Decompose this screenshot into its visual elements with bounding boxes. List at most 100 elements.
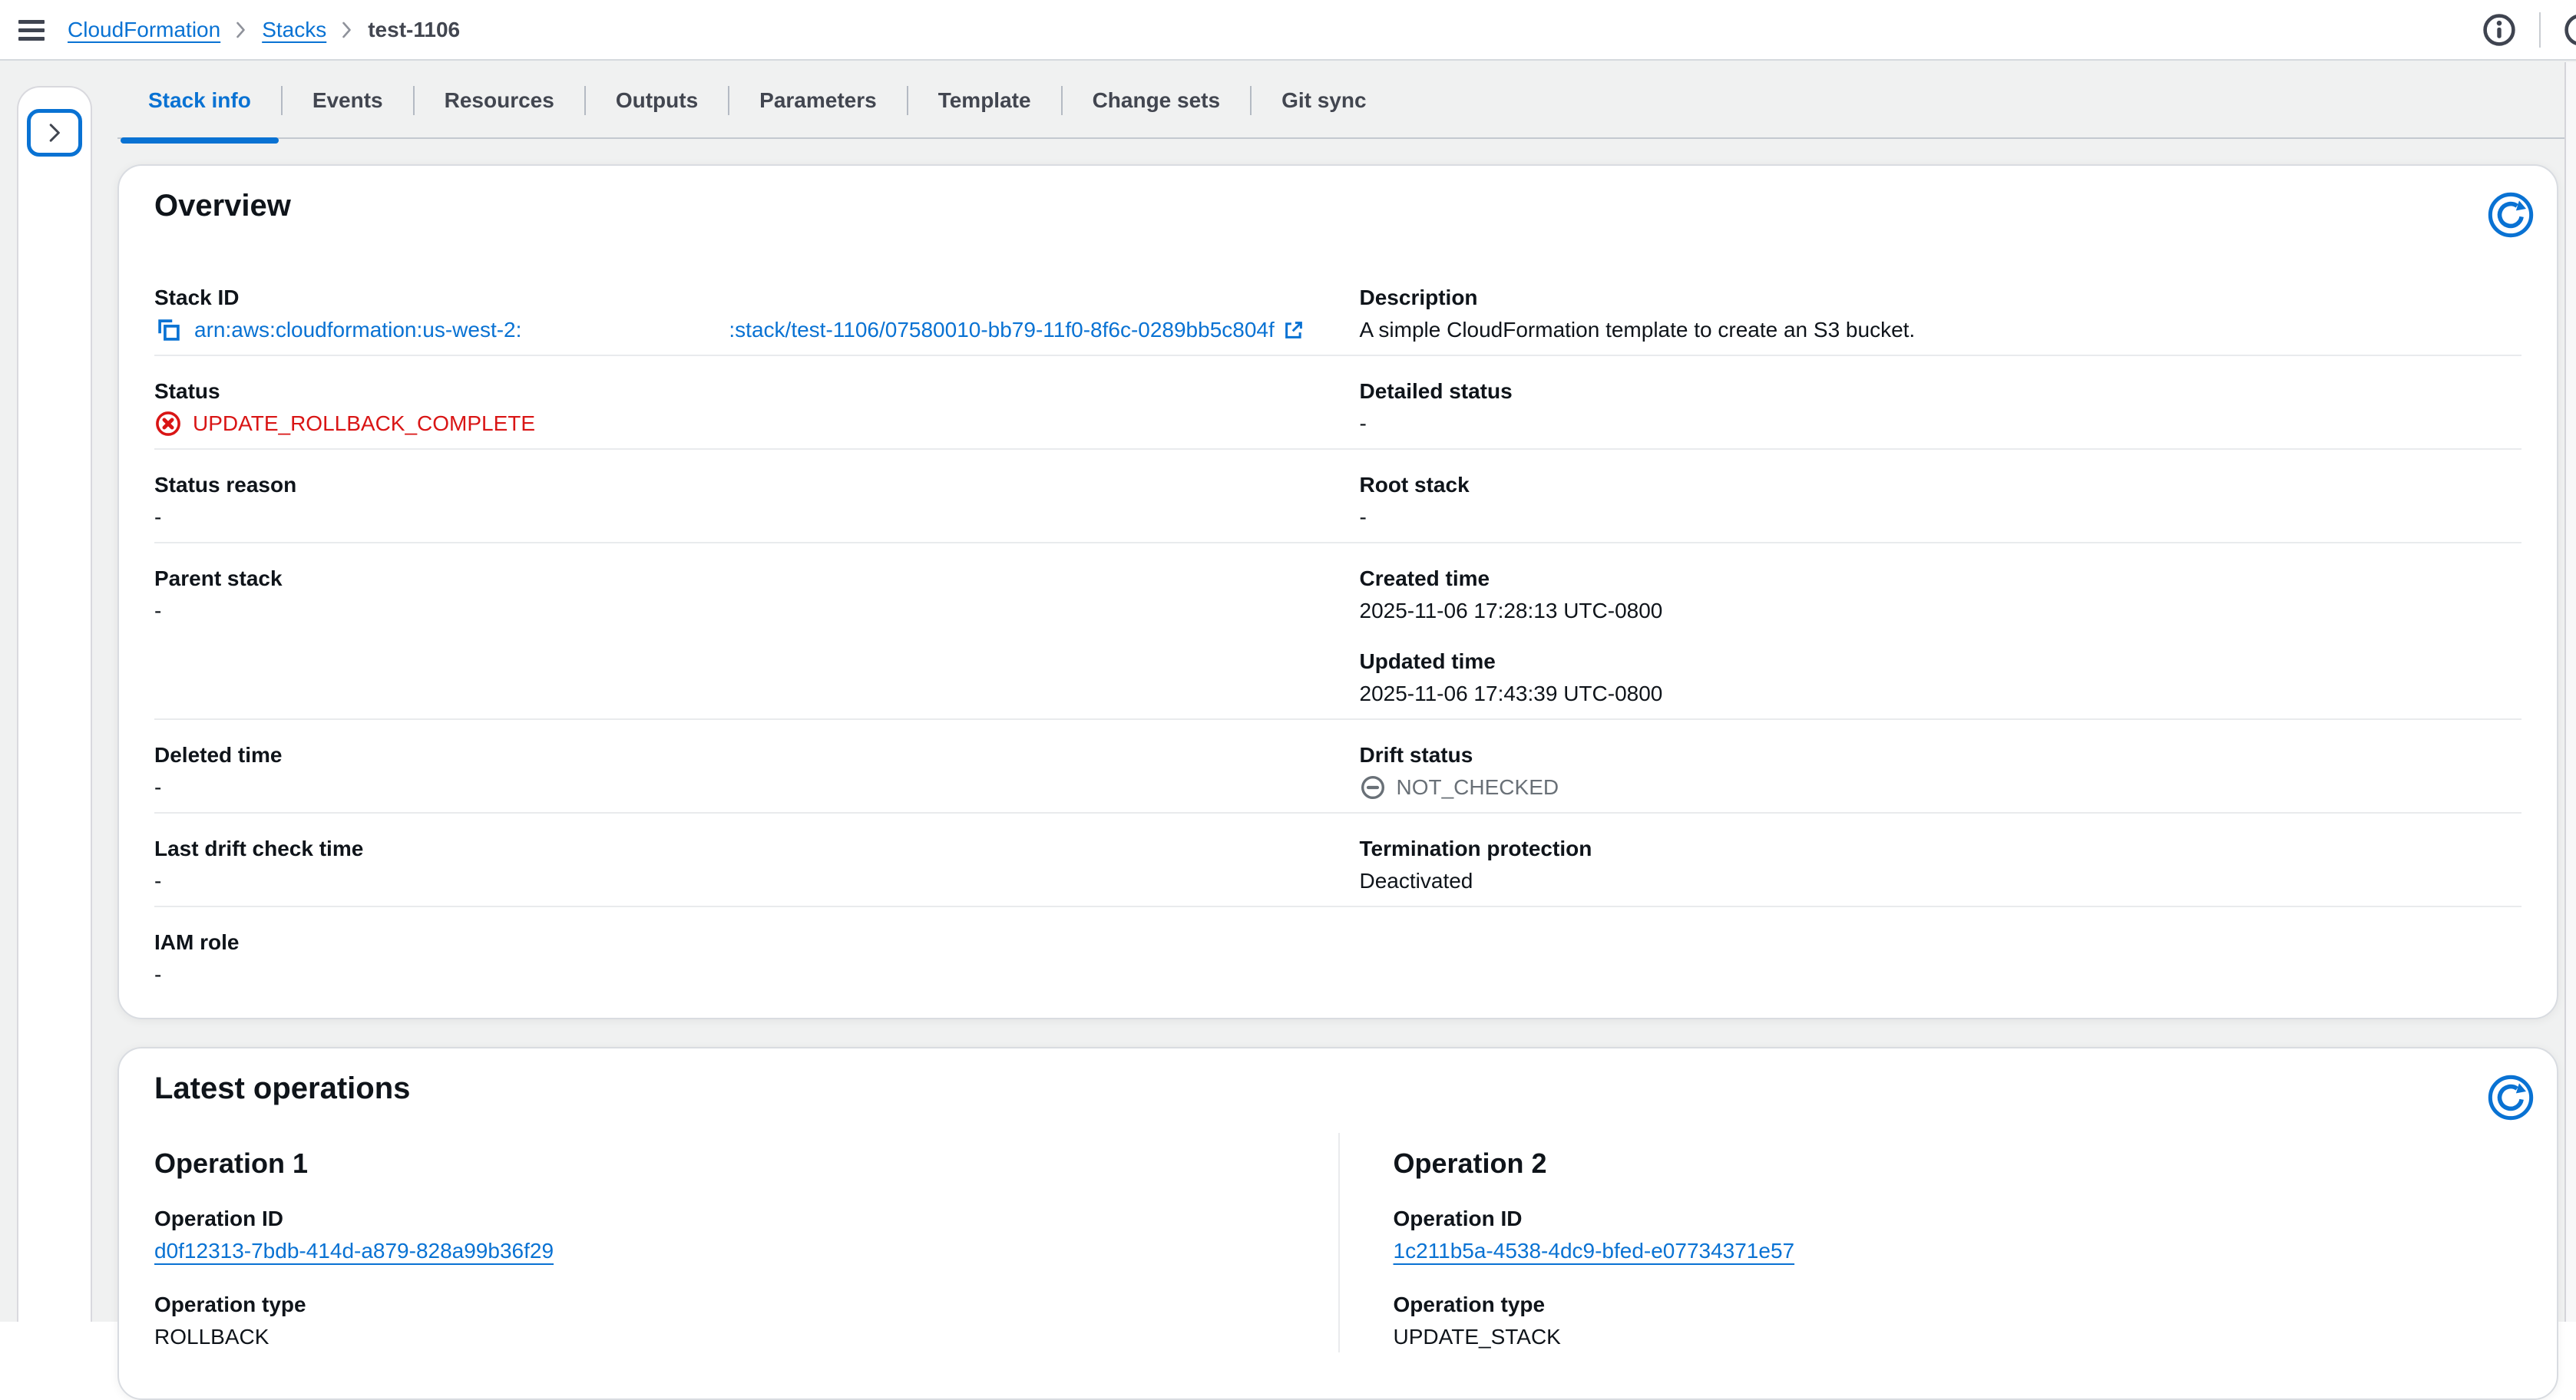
field-value: A simple CloudFormation template to crea…	[1360, 315, 2522, 345]
field-label: Drift status	[1360, 740, 2522, 771]
info-button[interactable]	[2478, 8, 2521, 51]
overview-row: IAM role -	[154, 907, 2521, 999]
field-label: Parent stack	[154, 563, 1317, 594]
operation-1: Operation 1 Operation ID d0f12313-7bdb-4…	[154, 1133, 1338, 1352]
field-value: UPDATE_STACK	[1394, 1322, 2522, 1352]
field-value: -	[154, 772, 1317, 803]
field-label: Deleted time	[154, 740, 1317, 771]
field-label: Detailed status	[1360, 376, 2522, 407]
open-side-navigation-button[interactable]	[27, 109, 82, 157]
stack-info-content: Overview Stack ID	[117, 164, 2558, 1400]
refresh-icon	[2486, 1073, 2535, 1122]
chevron-right-icon	[45, 121, 64, 144]
external-link-icon	[1282, 319, 1305, 342]
tab-resources[interactable]: Resources	[414, 62, 585, 139]
operations-refresh-button[interactable]	[2478, 1065, 2543, 1130]
overview-fields: Stack ID arn:aws:cloudformation:us	[119, 247, 2557, 1018]
info-icon	[2482, 12, 2517, 48]
breadcrumb: CloudFormation Stacks test-1106	[68, 0, 460, 59]
topbar-right-controls	[2478, 0, 2576, 59]
operation-2: Operation 2 Operation ID 1c211b5a-4538-4…	[1338, 1133, 2522, 1352]
copy-arn-button[interactable]	[154, 315, 184, 345]
operation-heading: Operation 2	[1394, 1145, 2522, 1182]
operations-columns: Operation 1 Operation ID d0f12313-7bdb-4…	[119, 1130, 2557, 1398]
chevron-right-icon	[342, 21, 352, 39]
tab-template[interactable]: Template	[908, 62, 1062, 139]
arn-text-stack: :stack/test-1106/07580010-bb79-11f0-8f6c…	[729, 315, 1274, 345]
tab-git-sync[interactable]: Git sync	[1251, 62, 1397, 139]
overview-panel: Overview Stack ID	[117, 164, 2558, 1019]
overview-refresh-button[interactable]	[2478, 183, 2543, 247]
field-label: Status reason	[154, 470, 1317, 500]
hamburger-menu-icon	[18, 18, 47, 43]
refresh-icon	[2486, 190, 2535, 239]
tab-events[interactable]: Events	[282, 62, 414, 139]
account-menu-button[interactable]	[2559, 8, 2576, 51]
field-drift-status: Drift status NOT_CHECKED	[1360, 740, 2522, 803]
field-label: Created time	[1360, 563, 2522, 594]
breadcrumb-link-stacks[interactable]: Stacks	[262, 18, 326, 42]
top-navigation-bar: CloudFormation Stacks test-1106	[0, 0, 2576, 61]
topbar-divider	[2539, 12, 2541, 48]
latest-operations-title: Latest operations	[154, 1070, 410, 1107]
error-status-icon	[154, 410, 182, 438]
chevron-right-icon	[236, 21, 246, 39]
latest-operations-panel: Latest operations Operation 1 Operation …	[117, 1047, 2558, 1400]
field-operation-id: Operation ID 1c211b5a-4538-4dc9-bfed-e07…	[1394, 1204, 2522, 1266]
field-times: Created time 2025-11-06 17:28:13 UTC-080…	[1360, 563, 2522, 709]
field-value: Deactivated	[1360, 866, 2522, 896]
field-label: Root stack	[1360, 470, 2522, 500]
arn-text-region: arn:aws:cloudformation:us-west-2:	[194, 315, 521, 345]
field-status-reason: Status reason -	[154, 470, 1317, 533]
circle-icon	[2563, 12, 2576, 48]
field-value: -	[1360, 502, 2522, 533]
copy-icon	[156, 317, 182, 343]
breadcrumb-current-page: test-1106	[368, 18, 460, 42]
overview-row: Last drift check time - Termination prot…	[154, 814, 2521, 907]
field-value: ROLLBACK	[154, 1322, 1285, 1352]
field-deleted-time: Deleted time -	[154, 740, 1317, 803]
field-value: -	[154, 502, 1317, 533]
drift-status-value: NOT_CHECKED	[1397, 772, 1559, 803]
field-stack-id: Stack ID arn:aws:cloudformation:us	[154, 282, 1317, 345]
stack-arn-link[interactable]: arn:aws:cloudformation:us-west-2: :stack…	[194, 315, 1305, 345]
field-parent-stack: Parent stack -	[154, 563, 1317, 709]
field-label: Last drift check time	[154, 834, 1317, 864]
field-label: Operation type	[1394, 1289, 2522, 1320]
field-operation-type: Operation type ROLLBACK	[154, 1289, 1285, 1352]
field-value: 2025-11-06 17:28:13 UTC-0800	[1360, 596, 2522, 626]
field-last-drift-check: Last drift check time -	[154, 834, 1317, 896]
operation-id-link[interactable]: d0f12313-7bdb-414d-a879-828a99b36f29	[154, 1239, 554, 1263]
hamburger-menu-button[interactable]	[14, 14, 51, 48]
tab-stack-info[interactable]: Stack info	[117, 62, 282, 139]
field-value: -	[154, 959, 1317, 990]
field-description: Description A simple CloudFormation temp…	[1360, 282, 2522, 345]
overview-row: Stack ID arn:aws:cloudformation:us	[154, 262, 2521, 356]
field-value: 2025-11-06 17:43:39 UTC-0800	[1360, 679, 2522, 709]
field-value: -	[154, 866, 1317, 896]
operation-id-link[interactable]: 1c211b5a-4538-4dc9-bfed-e07734371e57	[1394, 1239, 1795, 1263]
operation-heading: Operation 1	[154, 1145, 1285, 1182]
tab-outputs[interactable]: Outputs	[585, 62, 729, 139]
field-updated-time: Updated time 2025-11-06 17:43:39 UTC-080…	[1360, 646, 2522, 709]
field-operation-type: Operation type UPDATE_STACK	[1394, 1289, 2522, 1352]
overview-row: Status UPDATE_ROLLBACK_COMPLETE Detailed…	[154, 356, 2521, 450]
overview-title: Overview	[154, 187, 291, 224]
collapsed-right-panel[interactable]	[2564, 62, 2576, 1322]
status-value: UPDATE_ROLLBACK_COMPLETE	[193, 408, 535, 439]
tab-parameters[interactable]: Parameters	[729, 62, 908, 139]
field-value: -	[1360, 408, 2522, 439]
field-status: Status UPDATE_ROLLBACK_COMPLETE	[154, 376, 1317, 439]
field-label: Operation type	[154, 1289, 1285, 1320]
field-created-time: Created time 2025-11-06 17:28:13 UTC-080…	[1360, 563, 2522, 626]
field-label: Stack ID	[154, 282, 1317, 313]
field-label: Status	[154, 376, 1317, 407]
circle-minus-icon	[1360, 774, 1386, 801]
field-operation-id: Operation ID d0f12313-7bdb-414d-a879-828…	[154, 1204, 1285, 1266]
field-label: Termination protection	[1360, 834, 2522, 864]
breadcrumb-link-cloudformation[interactable]: CloudFormation	[68, 18, 220, 42]
field-label: Updated time	[1360, 646, 2522, 677]
tab-change-sets[interactable]: Change sets	[1062, 62, 1252, 139]
field-empty	[1360, 927, 2522, 990]
field-label: Description	[1360, 282, 2522, 313]
